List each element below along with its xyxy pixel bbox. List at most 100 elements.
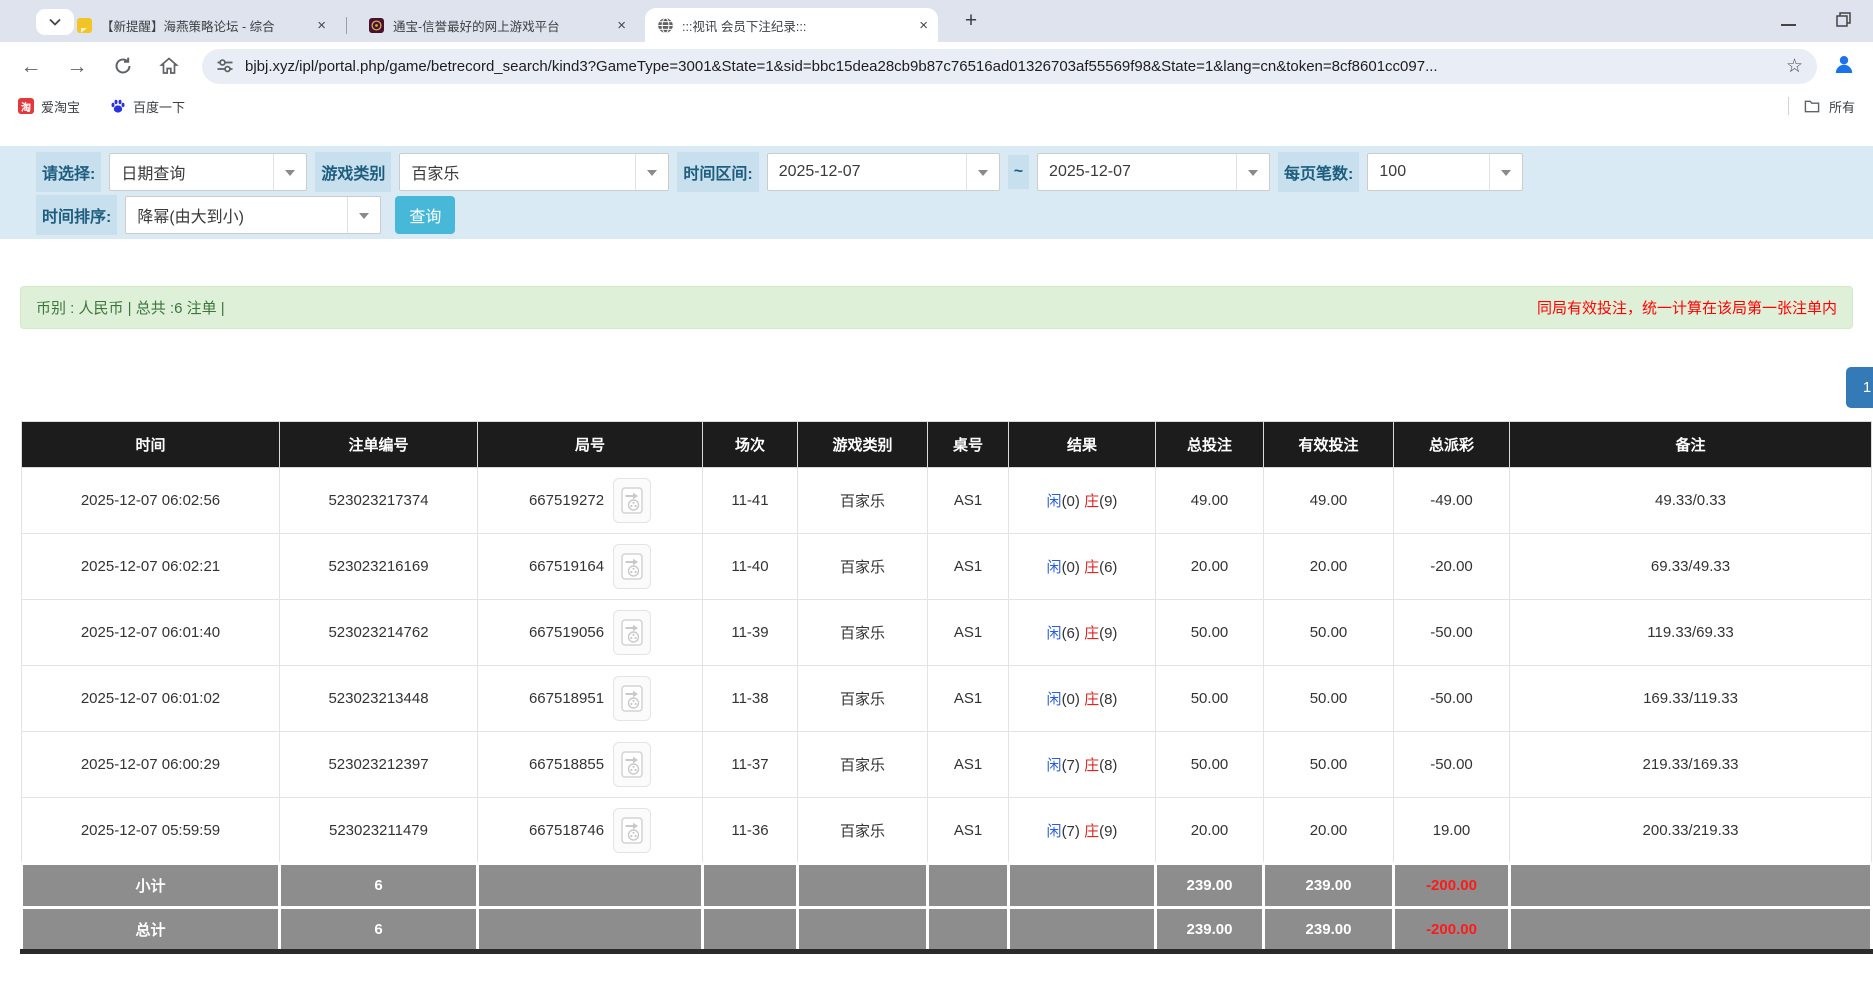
table-body: 2025-12-07 06:02:56523023217374667519272…	[22, 468, 1872, 952]
table-no-cell: AS1	[928, 534, 1009, 600]
bet-id-cell: 523023213448	[280, 666, 478, 732]
total-bet-cell: 50.00	[1156, 732, 1264, 798]
chevron-down-icon	[347, 197, 380, 233]
round-cell: 667518951	[478, 666, 703, 732]
all-bookmarks-button[interactable]: 所有	[1788, 97, 1855, 116]
tab-title: 通宝-信誉最好的网上游戏平台	[393, 16, 605, 35]
table-no-cell: AS1	[928, 732, 1009, 798]
result-cell: 闲(7) 庄(8)	[1009, 732, 1156, 798]
video-replay-button[interactable]	[613, 808, 651, 853]
game-type-dropdown[interactable]: 百家乐	[399, 153, 669, 191]
close-tab-icon[interactable]: ×	[317, 18, 326, 33]
tab-forum[interactable]: 【新提醒】海燕策略论坛 - 综合 ×	[64, 8, 336, 42]
footer-empty-cell	[798, 864, 928, 908]
minimize-button[interactable]	[1781, 13, 1796, 31]
pagination-page-1[interactable]: 1	[1846, 367, 1873, 408]
date-from-value: 2025-12-07	[768, 163, 966, 181]
browser-window: 【新提醒】海燕策略论坛 - 综合 × 通宝-信誉最好的网上游戏平台 × :::视…	[0, 0, 1873, 985]
column-header-6: 结果	[1009, 422, 1156, 468]
forward-button[interactable]: →	[64, 56, 90, 77]
profile-avatar-icon[interactable]	[1833, 53, 1855, 80]
tab-tongbao[interactable]: 通宝-信誉最好的网上游戏平台 ×	[356, 8, 636, 42]
round-cell: 667518746	[478, 798, 703, 864]
video-replay-button[interactable]	[613, 478, 651, 523]
date-to-dropdown[interactable]: 2025-12-07	[1037, 153, 1270, 191]
navigation-bar: ← → bjbj.xyz/ipl/portal.php/game/betreco…	[0, 42, 1873, 90]
back-button[interactable]: ←	[18, 56, 44, 77]
video-replay-button[interactable]	[613, 676, 651, 721]
new-tab-button[interactable]: +	[958, 8, 984, 34]
search-button[interactable]: 查询	[395, 196, 455, 234]
query-type-value: 日期查询	[110, 160, 273, 184]
table-row: 2025-12-07 06:00:29523023212397667518855…	[22, 732, 1872, 798]
player-result: 闲	[1047, 823, 1062, 840]
site-settings-icon	[216, 57, 234, 75]
result-cell: 闲(0) 庄(6)	[1009, 534, 1156, 600]
session-cell: 11-41	[703, 468, 798, 534]
total-row: 总计6239.00239.00-200.00	[22, 908, 1872, 952]
url-bar[interactable]: bjbj.xyz/ipl/portal.php/game/betrecord_s…	[202, 49, 1817, 84]
time-cell: 2025-12-07 06:02:21	[22, 534, 280, 600]
query-type-dropdown[interactable]: 日期查询	[109, 153, 307, 191]
date-from-dropdown[interactable]: 2025-12-07	[767, 153, 1000, 191]
reload-button[interactable]	[110, 56, 136, 76]
bet-id-cell: 523023212397	[280, 732, 478, 798]
game-type-value: 百家乐	[400, 160, 635, 184]
url-text[interactable]: bjbj.xyz/ipl/portal.php/game/betrecord_s…	[245, 58, 1775, 75]
round-cell: 667519056	[478, 600, 703, 666]
table-no-cell: AS1	[928, 600, 1009, 666]
table-header-row: 时间注单编号局号场次游戏类别桌号结果总投注有效投注总派彩备注	[22, 422, 1872, 468]
page-size-dropdown[interactable]: 100	[1367, 153, 1523, 191]
valid-bet-cell: 49.00	[1264, 468, 1394, 534]
footer-empty-cell	[1009, 908, 1156, 952]
round-number: 667519056	[529, 624, 604, 641]
column-header-5: 桌号	[928, 422, 1009, 468]
round-cell: 667519164	[478, 534, 703, 600]
table-no-cell: AS1	[928, 798, 1009, 864]
round-number: 667518951	[529, 690, 604, 707]
all-bookmarks-label: 所有	[1829, 97, 1855, 116]
session-cell: 11-37	[703, 732, 798, 798]
tab-title: :::视讯 会员下注纪录:::	[682, 16, 907, 35]
valid-bet-cell: 50.00	[1264, 666, 1394, 732]
video-replay-button[interactable]	[613, 610, 651, 655]
bookmark-baidu[interactable]: 百度一下	[110, 97, 185, 116]
bookmark-star-icon[interactable]: ☆	[1786, 55, 1803, 78]
footer-empty-cell	[1510, 864, 1872, 908]
video-replay-button[interactable]	[613, 544, 651, 589]
valid-bet-cell: 20.00	[1264, 534, 1394, 600]
banker-result: 庄	[1084, 823, 1099, 840]
home-icon	[159, 56, 179, 76]
time-cell: 2025-12-07 06:00:29	[22, 732, 280, 798]
bet-id-cell: 523023216169	[280, 534, 478, 600]
footer-payout-cell: -200.00	[1394, 864, 1510, 908]
footer-count-cell: 6	[280, 908, 478, 952]
sort-dropdown[interactable]: 降幂(由大到小)	[125, 196, 381, 234]
minimize-icon	[1781, 24, 1796, 26]
remark-cell: 69.33/49.33	[1510, 534, 1872, 600]
table-row: 2025-12-07 06:01:40523023214762667519056…	[22, 600, 1872, 666]
column-header-2: 局号	[478, 422, 703, 468]
restore-button[interactable]	[1836, 12, 1851, 32]
player-result: 闲	[1047, 559, 1062, 576]
remark-cell: 219.33/169.33	[1510, 732, 1872, 798]
close-tab-icon[interactable]: ×	[617, 18, 626, 33]
video-replay-button[interactable]	[613, 742, 651, 787]
payout-cell: -50.00	[1394, 666, 1510, 732]
tab-betrecord-active[interactable]: :::视讯 会员下注纪录::: ×	[645, 8, 938, 42]
page-size-value: 100	[1368, 163, 1489, 181]
game-type-cell: 百家乐	[798, 468, 928, 534]
tongbao-favicon-icon	[368, 17, 385, 34]
close-tab-icon[interactable]: ×	[919, 18, 928, 33]
baidu-paw-icon	[110, 98, 126, 114]
payout-cell: -50.00	[1394, 732, 1510, 798]
footer-empty-cell	[1510, 908, 1872, 952]
bookmark-taobao[interactable]: 淘 爱淘宝	[18, 97, 80, 116]
column-header-8: 有效投注	[1264, 422, 1394, 468]
video-file-icon	[621, 817, 643, 844]
video-file-icon	[621, 553, 643, 580]
bet-id-cell: 523023211479	[280, 798, 478, 864]
home-button[interactable]	[156, 56, 182, 76]
result-cell: 闲(7) 庄(9)	[1009, 798, 1156, 864]
banker-result: 庄	[1084, 691, 1099, 708]
